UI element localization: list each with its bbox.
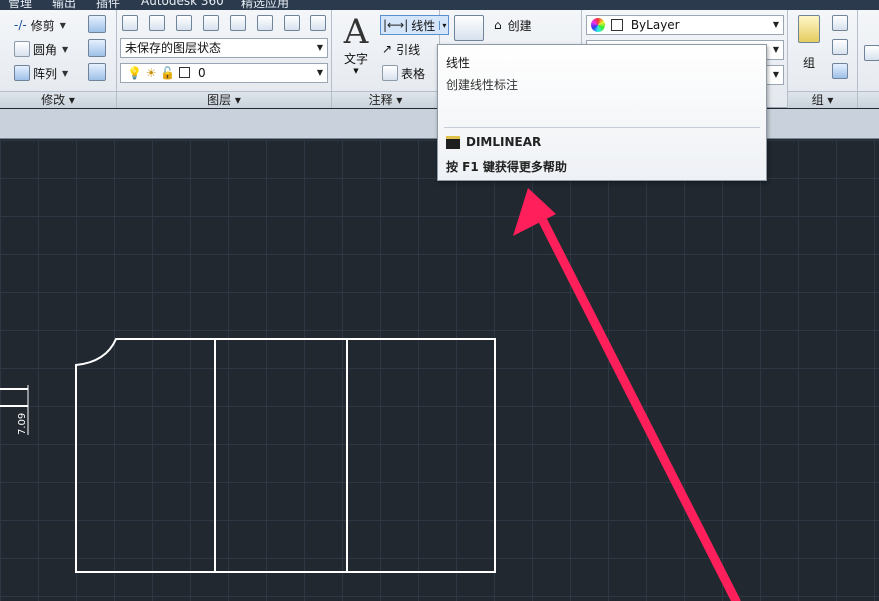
command-line-icon bbox=[446, 135, 460, 149]
tooltip-title: 线性 bbox=[446, 56, 471, 70]
tooltip-command: DIMLINEAR bbox=[446, 135, 541, 149]
drawing-outline bbox=[75, 338, 496, 573]
tooltip-description: 创建线性标注 bbox=[446, 78, 519, 92]
dimension-text: 7.09 bbox=[17, 413, 28, 435]
tooltip-help: 按 F1 键获得更多帮助 bbox=[446, 160, 567, 174]
tooltip-command-text: DIMLINEAR bbox=[466, 135, 542, 149]
tooltip-divider bbox=[444, 127, 760, 128]
pointer-arrow bbox=[535, 210, 741, 601]
linear-dim-tooltip: 线性 创建线性标注 DIMLINEAR 按 F1 键获得更多帮助 bbox=[437, 44, 767, 181]
